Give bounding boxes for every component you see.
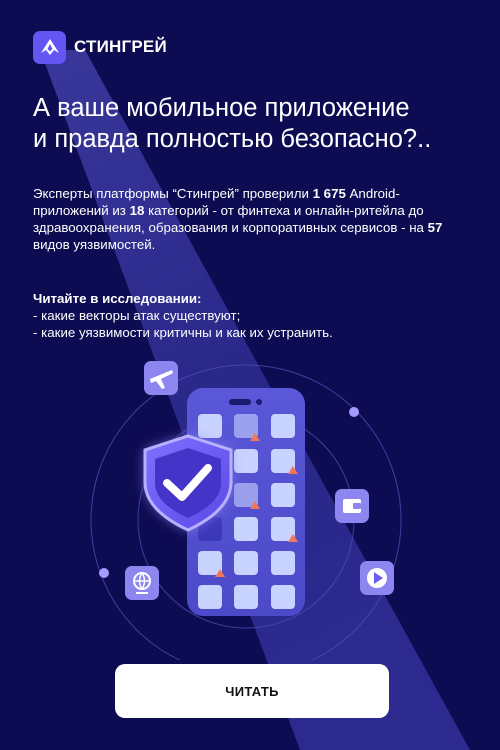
title-line-1: А ваше мобильное приложение — [33, 94, 410, 122]
brand-name: СТИНГРЕЙ — [74, 37, 167, 56]
app-tile — [198, 551, 222, 575]
title-line-2: и правда полностью безопасно?.. — [33, 125, 432, 153]
study-item: - какие векторы атак существуют; — [33, 308, 241, 323]
intro-part-4: видов уязвимостей. — [33, 237, 156, 252]
app-tile — [234, 517, 258, 541]
airplane-icon — [144, 361, 178, 395]
app-tile — [271, 483, 295, 507]
study-title: Читайте в исследовании: — [33, 291, 202, 306]
orbit-dot — [99, 568, 109, 578]
categories-count: 18 — [129, 203, 145, 218]
app-tile — [198, 585, 222, 609]
page-title: А ваше мобильное приложение и правда пол… — [33, 93, 473, 155]
play-icon — [360, 561, 394, 595]
promo-page: СТИНГРЕЙ А ваше мобильное приложение и п… — [0, 0, 500, 750]
intro-part-1: Эксперты платформы “Стингрей” проверили — [33, 186, 313, 201]
app-tile — [234, 585, 258, 609]
app-tile — [271, 585, 295, 609]
stingray-logo-icon — [33, 30, 66, 64]
study-list: Читайте в исследовании: - какие векторы … — [33, 290, 473, 341]
intro-text: Эксперты платформы “Стингрей” проверили … — [33, 185, 473, 253]
orbit-dot — [349, 407, 359, 417]
vulnerability-types-count: 57 — [427, 220, 443, 235]
app-tile — [271, 414, 295, 438]
app-tile — [234, 551, 258, 575]
app-tile — [234, 449, 258, 473]
read-button[interactable]: ЧИТАТЬ — [115, 664, 389, 718]
globe-icon — [125, 566, 159, 600]
app-tile — [271, 551, 295, 575]
study-item: - какие уязвимости критичны и как их уст… — [33, 325, 333, 340]
brand-logo[interactable]: СТИНГРЕЙ — [33, 30, 167, 64]
app-tile — [198, 414, 222, 438]
wallet-icon — [335, 489, 369, 523]
apps-count: 1 675 — [312, 186, 346, 201]
security-illustration — [90, 361, 402, 660]
